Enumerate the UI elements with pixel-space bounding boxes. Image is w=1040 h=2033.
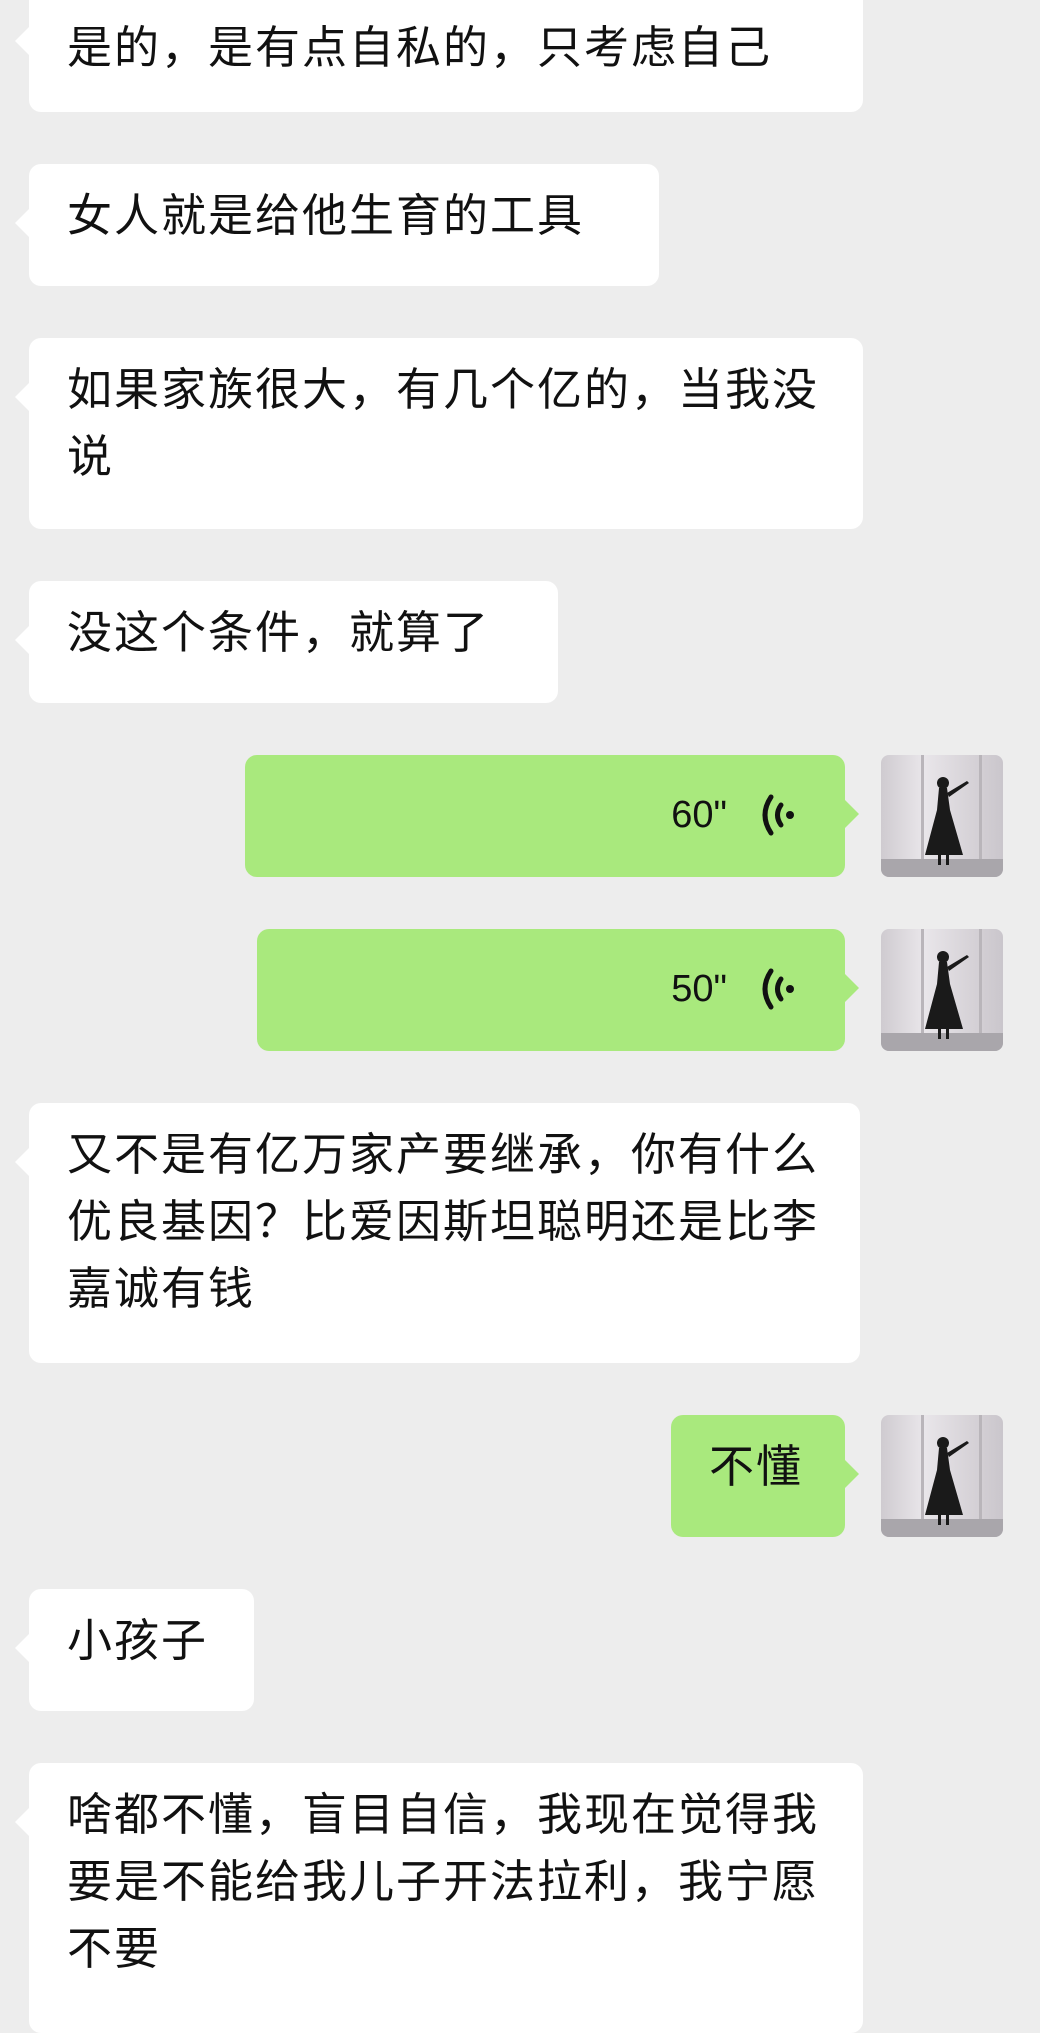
message-bubble-incoming[interactable]: 女人就是给他生育的工具: [15, 164, 659, 286]
message-text: 如果家族很大，有几个亿的，当我没说: [67, 363, 820, 483]
avatar[interactable]: [881, 1415, 1003, 1537]
voice-message-bubble[interactable]: 60": [245, 755, 859, 877]
avatar-silhouette-icon: [881, 929, 1003, 1051]
message-bubble-incoming[interactable]: 是的，是有点自私的，只考虑自己: [15, 0, 863, 112]
avatar[interactable]: [881, 755, 1003, 877]
message-text: 啥都不懂，盲目自信，我现在觉得我要是不能给我儿子开法拉利，我宁愿不要: [67, 1788, 820, 1975]
avatar-silhouette-icon: [881, 1415, 1003, 1537]
avatar[interactable]: [881, 929, 1003, 1051]
voice-message-bubble[interactable]: 50": [257, 929, 859, 1051]
message-bubble-incoming[interactable]: 没这个条件，就算了: [15, 581, 558, 703]
message-text: 又不是有亿万家产要继承，你有什么优良基因？比爱因斯坦聪明还是比李嘉诚有钱: [67, 1128, 820, 1315]
voice-wave-icon: [762, 794, 794, 836]
message-text: 没这个条件，就算了: [67, 606, 491, 659]
message-bubble-incoming[interactable]: 啥都不懂，盲目自信，我现在觉得我要是不能给我儿子开法拉利，我宁愿不要: [15, 1763, 863, 2033]
message-text: 不懂: [709, 1440, 804, 1493]
voice-duration: 50": [671, 968, 727, 1010]
message-text: 是的，是有点自私的，只考虑自己: [67, 21, 773, 74]
voice-duration: 60": [671, 794, 727, 836]
message-bubble-incoming[interactable]: 如果家族很大，有几个亿的，当我没说: [15, 338, 863, 529]
message-bubble-outgoing[interactable]: 不懂: [671, 1415, 859, 1537]
message-bubble-incoming[interactable]: 小孩子: [15, 1589, 254, 1711]
message-bubble-incoming[interactable]: 又不是有亿万家产要继承，你有什么优良基因？比爱因斯坦聪明还是比李嘉诚有钱: [15, 1103, 860, 1363]
avatar-silhouette-icon: [881, 755, 1003, 877]
voice-wave-icon: [762, 968, 794, 1010]
message-text: 女人就是给他生育的工具: [67, 189, 585, 242]
message-text: 小孩子: [67, 1614, 209, 1667]
